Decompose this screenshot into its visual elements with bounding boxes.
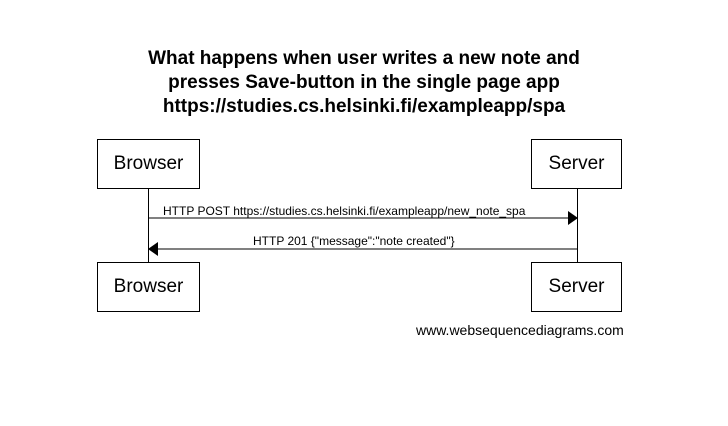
message-arrow-post-head bbox=[568, 211, 578, 225]
message-arrow-response-head bbox=[148, 242, 158, 256]
participant-server-bottom: Server bbox=[531, 262, 622, 312]
participant-browser-bottom: Browser bbox=[97, 262, 200, 312]
message-label-response: HTTP 201 {"message":"note created"} bbox=[253, 234, 455, 248]
watermark-link[interactable]: www.websequencediagrams.com bbox=[416, 322, 624, 338]
message-label-post: HTTP POST https://studies.cs.helsinki.fi… bbox=[163, 204, 526, 218]
